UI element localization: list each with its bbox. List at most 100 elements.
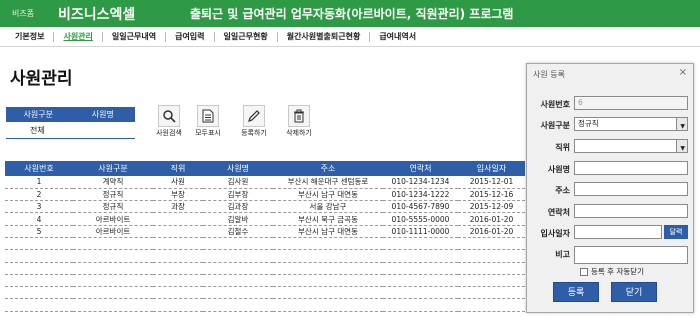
memo-label: 비고 xyxy=(555,250,570,259)
filter-col-name: 사원명 xyxy=(91,110,114,119)
chevron-down-icon: ▼ xyxy=(680,123,685,130)
col-emp-type[interactable]: 사원구분 xyxy=(73,161,153,176)
contact-field[interactable] xyxy=(574,204,688,218)
menu-item-employee[interactable]: 사원관리 xyxy=(54,31,103,42)
menu-item-basic-info[interactable]: 기본정보 xyxy=(6,31,55,42)
field-row-join-date: 입사일자 달력 xyxy=(527,225,695,241)
table-row[interactable]: 1 계약직 사원 김사원 부산시 해운대구 센텀동로 010-1234-1234… xyxy=(5,176,525,189)
filter-value[interactable]: 전체 xyxy=(6,122,135,139)
menu-item-salary-statement[interactable]: 급여내역서 xyxy=(370,32,425,42)
field-row-contact: 연락처 xyxy=(527,204,695,220)
cell-position: 부장 xyxy=(153,188,203,202)
table-row-empty[interactable] xyxy=(5,262,525,275)
employee-table: 사원번호 사원구분 직위 사원명 주소 연락처 입사일자 1 계약직 사원 김사… xyxy=(5,161,525,312)
cell-emp-no: 3 xyxy=(5,200,73,214)
join-date-field[interactable] xyxy=(574,225,662,239)
address-field[interactable] xyxy=(574,182,688,196)
name-field[interactable] xyxy=(574,161,688,175)
delete-button[interactable]: 삭제하기 xyxy=(281,105,317,139)
filter-col-type: 사원구분 xyxy=(23,110,53,119)
cell-address: 부산시 남구 대연동 xyxy=(273,188,383,202)
menu-item-monthly-attendance[interactable]: 월간사원별출퇴근현황 xyxy=(278,31,371,42)
col-join-date[interactable]: 입사일자 xyxy=(458,161,525,176)
dialog-close-button[interactable]: 닫기 xyxy=(611,282,657,302)
cell-name: 김알바 xyxy=(203,212,273,226)
memo-field[interactable] xyxy=(574,246,688,264)
menu-item-salary-input[interactable]: 급여입력 xyxy=(166,31,215,42)
col-address[interactable]: 주소 xyxy=(273,161,383,176)
table-row-empty[interactable] xyxy=(5,286,525,300)
cell-contact: 010-1111-0000 xyxy=(383,225,458,238)
field-row-address: 주소 xyxy=(527,182,695,198)
calendar-button[interactable]: 달력 xyxy=(664,225,688,239)
cell-address: 서울 강남구 xyxy=(273,200,383,214)
table-row[interactable]: 3 정규직 과장 김과장 서울 강남구 010-4567-7890 2015-1… xyxy=(5,200,525,214)
menu-item-daily-work[interactable]: 일일근무내역 xyxy=(103,31,167,42)
cell-address: 부산시 북구 금곡동 xyxy=(273,212,383,226)
name-label: 사원명 xyxy=(547,165,570,174)
field-row-position: 직위 ▼ xyxy=(527,139,695,155)
cell-contact: 010-4567-7890 xyxy=(383,200,458,214)
col-contact[interactable]: 연락처 xyxy=(383,161,458,176)
emp-type-label: 사원구분 xyxy=(540,121,570,130)
search-button-label: 사원검색 xyxy=(156,129,182,137)
dialog-register-button[interactable]: 등록 xyxy=(553,282,599,302)
register-button[interactable]: 등록하기 xyxy=(236,105,272,139)
cell-name: 김철수 xyxy=(203,225,273,238)
show-all-button[interactable]: 모두표시 xyxy=(190,105,226,139)
app-window: 비즈폼 비즈니스엑셀 출퇴근 및 급여관리 업무자동화(아르바이트, 직원관리)… xyxy=(0,0,700,317)
show-all-button-label: 모두표시 xyxy=(195,129,221,137)
table-row-empty[interactable] xyxy=(5,249,525,263)
table-row-empty[interactable] xyxy=(5,298,525,312)
emp-type-select[interactable]: 정규직 ▼ xyxy=(574,117,688,131)
checkbox-box[interactable] xyxy=(580,267,588,276)
col-name[interactable]: 사원명 xyxy=(203,161,273,176)
employee-filter: 사원구분 사원명 전체 xyxy=(6,107,135,139)
cell-emp-no: 2 xyxy=(5,188,73,202)
cell-address: 부산시 남구 대연동 xyxy=(273,225,383,238)
search-button[interactable]: 사원검색 xyxy=(151,105,187,139)
col-emp-no[interactable]: 사원번호 xyxy=(5,161,73,176)
field-row-memo: 비고 xyxy=(527,246,695,264)
auto-close-checkbox[interactable]: 등록 후 자동닫기 xyxy=(580,266,644,277)
pencil-icon xyxy=(243,105,265,127)
col-position[interactable]: 직위 xyxy=(153,161,203,176)
delete-button-label: 삭제하기 xyxy=(286,129,312,137)
cell-name: 김과장 xyxy=(203,200,273,214)
cell-name: 김사원 xyxy=(203,176,273,189)
employee-register-dialog: 사원 등록 × 사원번호 6 사원구분 정규직 ▼ 직위 ▼ 사원명 주소 연락… xyxy=(526,63,694,313)
chevron-down-icon: ▼ xyxy=(680,145,685,152)
auto-close-label: 등록 후 자동닫기 xyxy=(591,267,645,276)
cell-position: 과장 xyxy=(153,200,203,214)
close-icon[interactable]: × xyxy=(679,67,687,78)
app-header: 비즈폼 비즈니스엑셀 출퇴근 및 급여관리 업무자동화(아르바이트, 직원관리)… xyxy=(0,0,700,27)
field-row-emp-type: 사원구분 정규직 ▼ xyxy=(527,117,695,133)
join-date-label: 입사일자 xyxy=(540,229,570,238)
position-select[interactable]: ▼ xyxy=(574,139,688,153)
table-row[interactable]: 5 아르바이트 김철수 부산시 남구 대연동 010-1111-0000 201… xyxy=(5,225,525,238)
table-row-empty[interactable] xyxy=(5,274,525,288)
emp-no-field: 6 xyxy=(574,96,688,110)
table-header: 사원번호 사원구분 직위 사원명 주소 연락처 입사일자 xyxy=(5,161,525,176)
field-row-emp-no: 사원번호 6 xyxy=(527,96,695,112)
cell-contact: 010-1234-1222 xyxy=(383,188,458,202)
brand-small: 비즈폼 xyxy=(12,9,35,18)
cell-address: 부산시 해운대구 센텀동로 xyxy=(273,176,383,189)
cell-position: 사원 xyxy=(153,176,203,189)
cell-emp-type: 계약직 xyxy=(73,176,153,189)
cell-emp-type: 아르바이트 xyxy=(73,212,153,226)
cell-join-date: 2015-12-09 xyxy=(458,200,525,214)
document-icon xyxy=(197,105,219,127)
table-row[interactable]: 4 아르바이트 김알바 부산시 북구 금곡동 010-5555-0000 201… xyxy=(5,212,525,226)
menu-item-daily-status[interactable]: 일일근무현황 xyxy=(215,31,278,42)
cell-emp-no: 5 xyxy=(5,225,73,238)
table-row[interactable]: 2 정규직 부장 김부장 부산시 남구 대연동 010-1234-1222 20… xyxy=(5,188,525,202)
cell-position xyxy=(153,225,203,238)
trash-icon xyxy=(288,105,310,127)
field-row-name: 사원명 xyxy=(527,161,695,177)
cell-contact: 010-5555-0000 xyxy=(383,212,458,226)
table-row-empty[interactable] xyxy=(5,237,525,251)
cell-emp-type: 정규직 xyxy=(73,200,153,214)
app-title: 출퇴근 및 급여관리 업무자동화(아르바이트, 직원관리) 프로그램 xyxy=(190,7,514,21)
filter-header: 사원구분 사원명 xyxy=(6,107,135,122)
